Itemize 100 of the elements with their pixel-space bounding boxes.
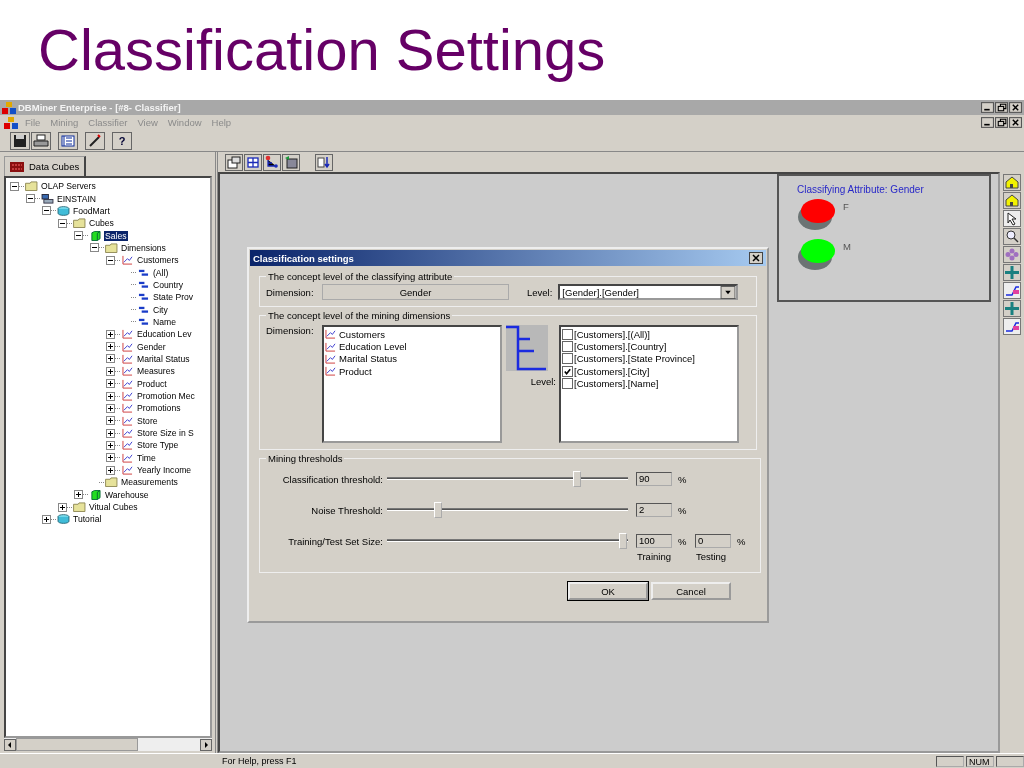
house-icon[interactable] bbox=[1003, 174, 1021, 191]
expand-icon[interactable] bbox=[58, 502, 67, 512]
wand-icon[interactable] bbox=[85, 131, 105, 150]
collapse-icon[interactable] bbox=[10, 181, 19, 191]
tree-item[interactable]: Store bbox=[136, 415, 159, 426]
scroll-thumb[interactable] bbox=[16, 738, 138, 751]
expand-icon[interactable] bbox=[106, 465, 115, 475]
tree-item[interactable]: Country bbox=[152, 279, 185, 290]
tree-item[interactable]: Store Type bbox=[136, 440, 180, 451]
close-icon[interactable] bbox=[749, 252, 763, 264]
tree-item[interactable]: Product bbox=[136, 378, 168, 389]
sort-icon[interactable] bbox=[315, 153, 333, 171]
number-field[interactable]: 0 bbox=[695, 534, 731, 548]
help-button[interactable]: ? bbox=[112, 131, 132, 150]
expand-icon[interactable] bbox=[106, 440, 115, 450]
list-item[interactable]: Product bbox=[339, 365, 372, 377]
level-dropdown[interactable]: [Gender].[Gender] bbox=[558, 284, 739, 300]
tab[interactable]: Data Cubes bbox=[4, 156, 87, 176]
checkbox[interactable] bbox=[562, 328, 573, 340]
close-icon[interactable] bbox=[1009, 102, 1022, 113]
tree-item[interactable]: Measurements bbox=[120, 477, 179, 488]
expand-icon[interactable] bbox=[106, 329, 115, 339]
tree-diagram-icon[interactable] bbox=[263, 153, 281, 171]
expand-icon[interactable] bbox=[42, 514, 51, 524]
checkbox[interactable] bbox=[562, 365, 573, 377]
tree-item[interactable]: Time bbox=[136, 452, 157, 463]
minimize-icon[interactable] bbox=[981, 117, 994, 128]
tree-item[interactable]: (All) bbox=[152, 267, 170, 278]
list-item[interactable]: [Customers].[Name] bbox=[574, 378, 659, 390]
list-item[interactable]: [Customers].[State Province] bbox=[574, 353, 695, 365]
tree-item[interactable]: Store Size in S bbox=[136, 428, 195, 439]
collapse-icon[interactable] bbox=[26, 194, 35, 203]
collapse-icon[interactable] bbox=[58, 218, 67, 228]
status-dot[interactable] bbox=[801, 199, 835, 223]
grid-icon[interactable] bbox=[244, 153, 262, 171]
list-item[interactable]: Customers bbox=[339, 328, 385, 340]
properties-icon[interactable] bbox=[225, 153, 243, 171]
tree-item[interactable]: EINSTAIN bbox=[56, 193, 97, 204]
expand-icon[interactable] bbox=[106, 428, 115, 438]
tree-item[interactable]: FoodMart bbox=[72, 205, 111, 216]
expand-icon[interactable] bbox=[106, 366, 115, 376]
number-field[interactable]: 2 bbox=[636, 503, 672, 517]
tree-item[interactable]: Sales bbox=[104, 230, 128, 241]
collapse-icon[interactable] bbox=[74, 231, 83, 241]
slider-thumb[interactable] bbox=[619, 533, 628, 549]
tree-item[interactable]: Customers bbox=[136, 255, 180, 266]
collapse-icon[interactable] bbox=[106, 255, 115, 265]
save-icon[interactable] bbox=[10, 131, 30, 150]
expand-icon[interactable] bbox=[106, 403, 115, 413]
cross-arrows-icon[interactable] bbox=[1003, 300, 1021, 317]
list-item[interactable]: Marital Status bbox=[339, 353, 398, 365]
tree-item[interactable]: Education Lev bbox=[136, 329, 193, 340]
switch-icon[interactable] bbox=[1003, 318, 1021, 335]
restore-icon[interactable] bbox=[995, 117, 1008, 128]
checkbox[interactable] bbox=[562, 353, 573, 365]
tree-item[interactable]: Yearly Income bbox=[136, 465, 193, 476]
list-icon[interactable] bbox=[58, 131, 78, 150]
pointer-icon[interactable] bbox=[1003, 210, 1021, 227]
list-item[interactable]: [Customers].[Country] bbox=[574, 341, 667, 353]
slider-thumb[interactable] bbox=[433, 502, 442, 518]
switch-icon[interactable] bbox=[1003, 282, 1021, 299]
tree-item[interactable]: Cubes bbox=[88, 218, 115, 229]
tree-item[interactable]: Warehouse bbox=[104, 489, 150, 500]
close-icon[interactable] bbox=[1009, 117, 1022, 128]
dimension-list[interactable]: Customers Education Level Marital Status Product bbox=[322, 325, 502, 443]
slider-thumb[interactable] bbox=[573, 471, 582, 487]
collapse-icon[interactable] bbox=[42, 206, 51, 216]
house-icon[interactable] bbox=[1003, 192, 1021, 209]
tree-item[interactable]: City bbox=[152, 304, 169, 315]
tree-item[interactable]: OLAP Servers bbox=[40, 181, 97, 192]
tree-item[interactable]: Dimensions bbox=[120, 242, 167, 253]
expand-icon[interactable] bbox=[106, 379, 115, 389]
horizontal-scrollbar[interactable] bbox=[4, 738, 212, 751]
expand-icon[interactable] bbox=[106, 391, 115, 401]
number-field[interactable]: 100 bbox=[636, 534, 672, 548]
tree-item[interactable]: Marital Status bbox=[136, 354, 191, 364]
minimize-icon[interactable] bbox=[981, 102, 994, 113]
expand-icon[interactable] bbox=[106, 453, 115, 463]
expand-icon[interactable] bbox=[106, 342, 115, 352]
tree-item[interactable]: Measures bbox=[136, 366, 176, 377]
list-item[interactable]: [Customers].[City] bbox=[574, 365, 650, 377]
list-item[interactable]: Education Level bbox=[339, 341, 407, 353]
checkbox[interactable] bbox=[562, 341, 573, 353]
expand-icon[interactable] bbox=[106, 416, 115, 426]
tree-item[interactable]: Promotion Mec bbox=[136, 391, 196, 401]
level-list[interactable]: [Customers].[(All)] [Customers].[Country] [Customers].[State Province] [Customers].[City] [Customers].[Name] bbox=[559, 325, 739, 443]
tree-item[interactable]: Tutorial bbox=[72, 514, 103, 525]
printer-icon[interactable] bbox=[31, 131, 51, 150]
tree-item[interactable]: Promotions bbox=[136, 403, 182, 414]
expand-icon[interactable] bbox=[106, 354, 115, 364]
restore-icon[interactable] bbox=[995, 102, 1008, 113]
dialog-button[interactable]: Cancel bbox=[651, 582, 731, 600]
list-item[interactable]: [Customers].[(All)] bbox=[574, 328, 650, 340]
number-field[interactable]: 90 bbox=[636, 472, 672, 486]
checkbox[interactable] bbox=[562, 378, 573, 390]
tree-item[interactable]: Vitual Cubes bbox=[88, 502, 139, 513]
search-icon[interactable] bbox=[1003, 228, 1021, 245]
tree-item[interactable]: Name bbox=[152, 316, 177, 327]
tree-item[interactable]: Gender bbox=[136, 341, 167, 352]
table-icon[interactable] bbox=[282, 153, 300, 171]
